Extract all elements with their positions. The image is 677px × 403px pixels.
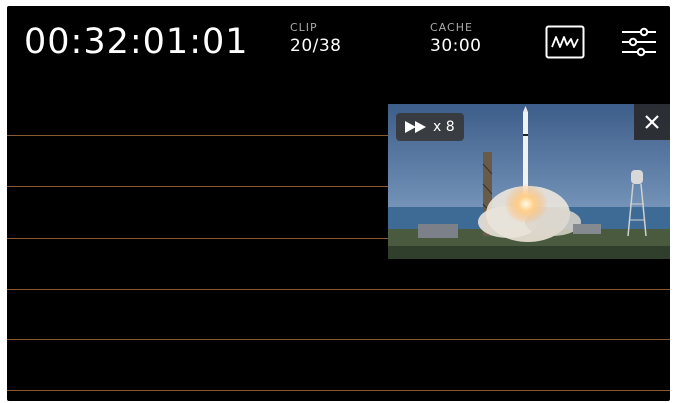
timecode: 00:32:01:01 bbox=[24, 22, 249, 62]
playback-preview[interactable]: x 8 bbox=[388, 104, 670, 259]
waveform-scope-button[interactable] bbox=[545, 25, 585, 59]
clip-counter: CLIP 20/38 bbox=[290, 21, 342, 56]
close-icon bbox=[645, 115, 659, 129]
guide-line bbox=[7, 390, 670, 391]
clip-value: 20/38 bbox=[290, 36, 342, 56]
settings-sliders-icon bbox=[622, 27, 656, 57]
close-preview-button[interactable] bbox=[634, 104, 670, 140]
cache-label: CACHE bbox=[430, 21, 473, 34]
playback-speed-text: x 8 bbox=[433, 119, 455, 135]
fast-forward-icon bbox=[405, 121, 426, 133]
clip-label: CLIP bbox=[290, 21, 318, 34]
cache-value: 30:00 bbox=[430, 36, 482, 56]
guide-line bbox=[7, 289, 670, 290]
guide-line bbox=[7, 339, 670, 340]
monitor-screen: 00:32:01:01 CLIP 20/38 CACHE 30:00 x 8 bbox=[7, 6, 670, 401]
waveform-scope-icon bbox=[545, 25, 585, 59]
settings-button[interactable] bbox=[619, 25, 659, 59]
playback-speed-badge: x 8 bbox=[396, 113, 464, 141]
cache-status: CACHE 30:00 bbox=[430, 21, 482, 56]
